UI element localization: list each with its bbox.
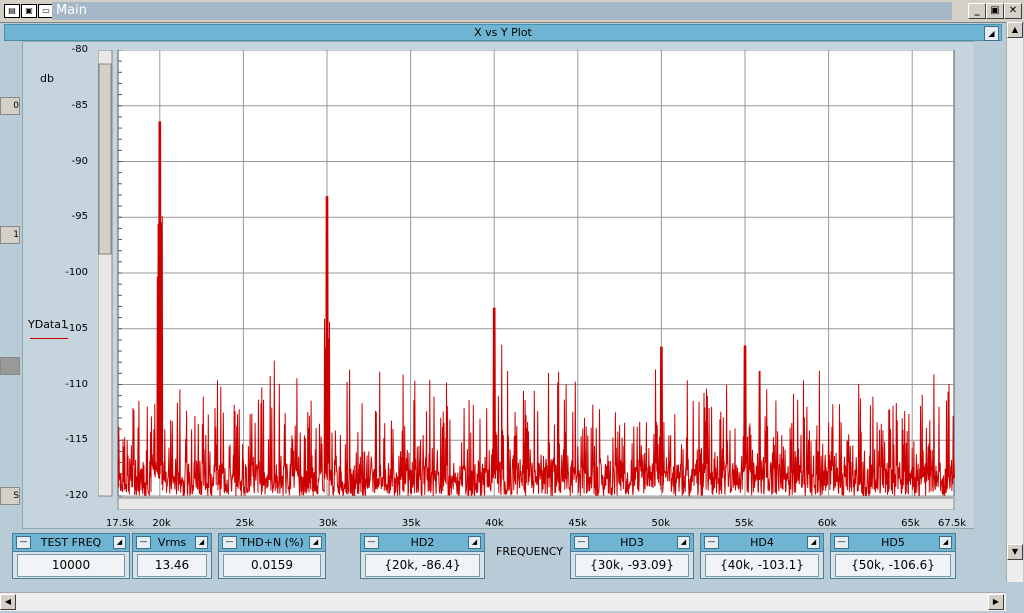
minimize-icon[interactable]: —	[222, 536, 237, 549]
y-tick-label: -110	[65, 378, 88, 390]
hd3-label: HD3	[620, 536, 644, 549]
horizontal-scrollbar[interactable]: ◀ ▶	[0, 592, 1006, 611]
x-axis-label: FREQUENCY	[496, 545, 564, 558]
minimize-button[interactable]: _	[968, 3, 986, 19]
x-tick-label: 50k	[651, 518, 671, 529]
vrms-value[interactable]: 13.46	[137, 554, 207, 577]
vrms-label: Vrms	[157, 536, 187, 549]
y-tick-label: -120	[65, 490, 88, 501]
x-tick-label: 30k	[318, 518, 338, 529]
test-freq-label: TEST FREQ	[40, 536, 102, 549]
left-strip: 0 1 S	[0, 41, 20, 581]
hd2-value[interactable]: {20k, -86.4}	[365, 554, 480, 577]
x-tick-label: 45k	[568, 518, 587, 529]
window-icon[interactable]: ▣	[21, 4, 37, 18]
scroll-down-icon[interactable]: ▼	[1007, 544, 1023, 560]
hd3-header: — HD3 ◢	[571, 534, 693, 552]
plot-title: X vs Y Plot	[474, 26, 532, 39]
x-tick-label: 20k	[152, 518, 171, 529]
minimize-icon[interactable]: —	[364, 536, 379, 549]
plot-vscroll-thumb[interactable]	[98, 63, 112, 255]
test-freq-header: — TEST FREQ ◢	[13, 534, 129, 552]
widget-menu-icon[interactable]: ◢	[939, 536, 952, 549]
hd5-header: — HD5 ◢	[831, 534, 955, 552]
vertical-scrollbar[interactable]: ▲ ▼	[1006, 22, 1023, 582]
left-stub-1[interactable]: 0	[0, 97, 20, 115]
scroll-left-icon[interactable]: ◀	[0, 594, 16, 610]
x-tick-label: 17.5k	[105, 518, 135, 529]
hd4-value[interactable]: {40k, -103.1}	[705, 554, 819, 577]
plot-hscroll[interactable]	[117, 497, 955, 510]
hd4-label: HD4	[750, 536, 774, 549]
widget-menu-icon[interactable]: ◢	[309, 536, 322, 549]
y-tick-label: -80	[71, 44, 88, 55]
scroll-up-icon[interactable]: ▲	[1007, 22, 1023, 38]
widget-menu-icon[interactable]: ◢	[113, 536, 126, 549]
x-tick-label: 35k	[401, 518, 421, 529]
minimize-icon[interactable]: —	[834, 536, 849, 549]
hd2-header: — HD2 ◢	[361, 534, 484, 552]
test-freq-widget: — TEST FREQ ◢ 10000	[12, 533, 130, 579]
test-freq-value[interactable]: 10000	[17, 554, 125, 577]
y-tick-label: -115	[65, 434, 88, 446]
vrms-widget: — Vrms ◢ 13.46	[132, 533, 212, 579]
hd2-label: HD2	[410, 536, 435, 549]
left-stub-2[interactable]: 1	[0, 226, 20, 244]
title-highlight	[52, 2, 952, 20]
x-tick-label: 25k	[235, 518, 255, 529]
vrms-header: — Vrms ◢	[133, 534, 211, 552]
x-tick-label: 55k	[734, 518, 754, 529]
y-tick-label: -95	[71, 211, 88, 223]
y-tick-label: -90	[71, 155, 88, 167]
hd5-widget: — HD5 ◢ {50k, -106.6}	[830, 533, 956, 579]
hd5-label: HD5	[881, 536, 905, 549]
x-tick-label: 65k	[901, 518, 920, 529]
plot-menu-icon[interactable]: ◢	[984, 26, 999, 41]
hd3-value[interactable]: {30k, -93.09}	[575, 554, 689, 577]
minimize-icon[interactable]: —	[704, 536, 719, 549]
left-stub-3[interactable]	[0, 357, 20, 375]
minimize-icon[interactable]: —	[136, 536, 151, 549]
spectrum-chart	[98, 50, 955, 510]
x-tick-label: 40k	[485, 518, 504, 529]
hd4-widget: — HD4 ◢ {40k, -103.1}	[700, 533, 824, 579]
legend-swatch	[30, 338, 68, 339]
restore-button[interactable]: ▣	[986, 3, 1004, 19]
widget-menu-icon[interactable]: ◢	[807, 536, 820, 549]
y-tick-label: -105	[65, 322, 88, 334]
thdn-widget: — THD+N (%) ◢ 0.0159	[218, 533, 326, 579]
window-title: Main	[56, 3, 88, 18]
minimize-icon[interactable]: —	[574, 536, 589, 549]
widget-menu-icon[interactable]: ◢	[468, 536, 481, 549]
y-tick-label: -85	[71, 99, 88, 111]
widget-menu-icon[interactable]: ◢	[677, 536, 690, 549]
close-button[interactable]: ✕	[1004, 3, 1022, 19]
thdn-label: THD+N (%)	[240, 536, 304, 549]
x-tick-label: 67.5k	[937, 518, 967, 529]
right-strip	[974, 41, 1002, 581]
scroll-right-icon[interactable]: ▶	[988, 594, 1004, 610]
hd2-widget: — HD2 ◢ {20k, -86.4}	[360, 533, 485, 579]
thdn-header: — THD+N (%) ◢	[219, 534, 325, 552]
widget-menu-icon[interactable]: ◢	[195, 536, 208, 549]
minimize-icon[interactable]: —	[16, 536, 31, 549]
left-stub-4[interactable]: S	[0, 487, 20, 505]
thdn-value[interactable]: 0.0159	[223, 554, 321, 577]
app-icon[interactable]: ▤	[4, 4, 20, 18]
x-tick-label: 60k	[817, 518, 837, 529]
hd3-widget: — HD3 ◢ {30k, -93.09}	[570, 533, 694, 579]
hd5-value[interactable]: {50k, -106.6}	[835, 554, 951, 577]
hd4-header: — HD4 ◢	[701, 534, 823, 552]
y-axis-label: db	[40, 72, 54, 85]
plot-header: X vs Y Plot ◢	[4, 24, 1002, 41]
y-tick-label: -100	[65, 267, 88, 278]
title-bar: ▤ ▣ ▭ Main _ ▣ ✕	[0, 0, 1024, 23]
